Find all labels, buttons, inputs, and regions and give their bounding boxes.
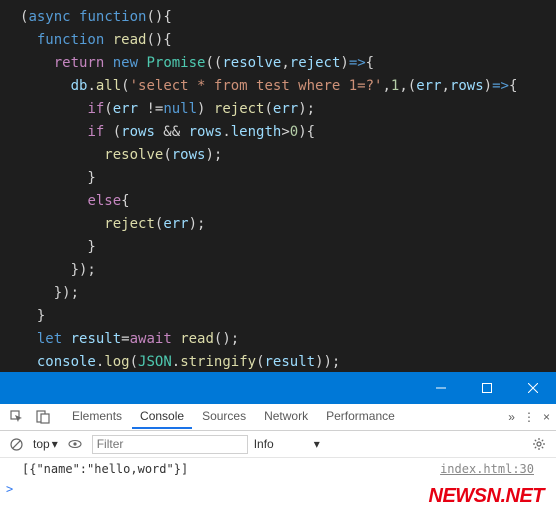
close-button[interactable]: [510, 372, 556, 404]
code-line[interactable]: console.log(JSON.stringify(result));: [20, 351, 556, 372]
code-line[interactable]: reject(err);: [20, 213, 556, 236]
console-log-row: [{"name":"hello,word"}] index.html:30: [0, 458, 556, 480]
code-line[interactable]: });: [20, 282, 556, 305]
level-label: Info: [254, 437, 274, 451]
code-line[interactable]: db.all('select * from test where 1=?',1,…: [20, 75, 556, 98]
inspect-icon[interactable]: [6, 408, 28, 426]
tab-network[interactable]: Network: [256, 405, 316, 429]
devtools-menu-icon[interactable]: ⋮: [523, 410, 535, 424]
tab-performance[interactable]: Performance: [318, 405, 403, 429]
close-icon: [528, 383, 538, 393]
tab-console[interactable]: Console: [132, 405, 192, 429]
code-line[interactable]: (async function(){: [20, 6, 556, 29]
eye-icon[interactable]: [64, 435, 86, 453]
code-line[interactable]: let result=await read();: [20, 328, 556, 351]
code-line[interactable]: }: [20, 236, 556, 259]
code-line[interactable]: if(err !=null) reject(err);: [20, 98, 556, 121]
chevron-down-icon: ▾: [314, 437, 320, 451]
console-toolbar: top ▾ Info ▾: [0, 431, 556, 458]
devtools-header: ElementsConsoleSourcesNetworkPerformance…: [0, 404, 556, 431]
code-line[interactable]: else{: [20, 190, 556, 213]
code-editor[interactable]: (async function(){ function read(){ retu…: [0, 0, 556, 372]
log-message: [{"name":"hello,word"}]: [22, 462, 188, 476]
context-selector[interactable]: top ▾: [33, 437, 58, 451]
clear-console-icon[interactable]: [6, 436, 27, 453]
tab-sources[interactable]: Sources: [194, 405, 254, 429]
context-label: top: [33, 437, 50, 451]
minimize-icon: [436, 383, 446, 393]
code-line[interactable]: if (rows && rows.length>0){: [20, 121, 556, 144]
maximize-button[interactable]: [464, 372, 510, 404]
settings-icon[interactable]: [528, 435, 550, 453]
code-line[interactable]: }: [20, 305, 556, 328]
window-titlebar: [0, 372, 556, 404]
tab-elements[interactable]: Elements: [64, 405, 130, 429]
log-level-selector[interactable]: Info ▾: [254, 437, 320, 451]
code-line[interactable]: }: [20, 167, 556, 190]
maximize-icon: [482, 383, 492, 393]
code-line[interactable]: });: [20, 259, 556, 282]
log-source[interactable]: index.html:30: [440, 462, 534, 476]
code-line[interactable]: function read(){: [20, 29, 556, 52]
more-tabs-icon[interactable]: »: [508, 410, 515, 424]
device-toggle-icon[interactable]: [32, 408, 54, 426]
watermark: NEWSN.NET: [429, 485, 545, 508]
devtools-tabs: ElementsConsoleSourcesNetworkPerformance: [64, 405, 504, 429]
chevron-down-icon: ▾: [52, 437, 58, 451]
code-line[interactable]: resolve(rows);: [20, 144, 556, 167]
code-line[interactable]: return new Promise((resolve,reject)=>{: [20, 52, 556, 75]
devtools-close-icon[interactable]: ×: [543, 410, 550, 424]
filter-input[interactable]: [92, 435, 248, 454]
minimize-button[interactable]: [418, 372, 464, 404]
